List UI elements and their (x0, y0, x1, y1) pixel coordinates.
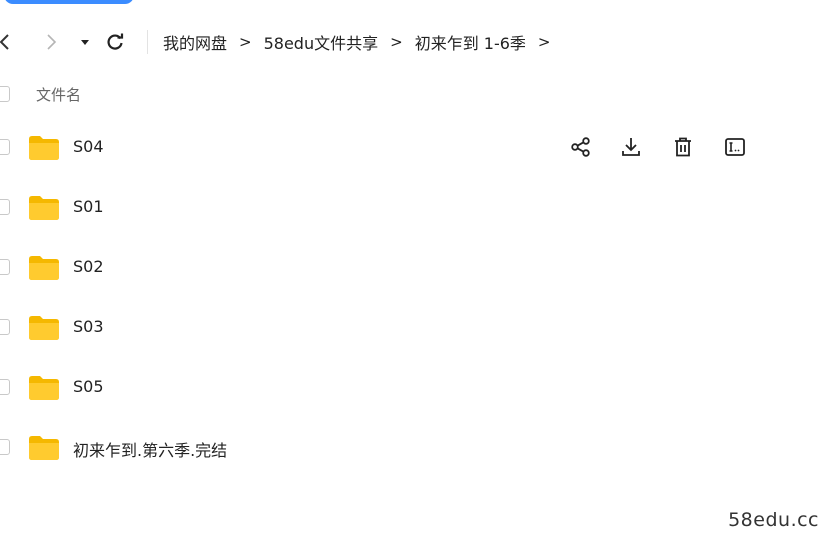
folder-name[interactable]: S03 (73, 317, 104, 336)
folder-icon (28, 375, 60, 401)
select-all-checkbox[interactable] (0, 86, 10, 102)
folder-name[interactable]: S05 (73, 377, 104, 396)
breadcrumb-item-share[interactable]: 58edu文件共享 (264, 30, 379, 54)
folder-name[interactable]: S02 (73, 257, 104, 276)
breadcrumb-item-current[interactable]: 初来乍到 1-6季 (415, 30, 526, 54)
table-row[interactable]: S04 (0, 125, 831, 169)
folder-icon (28, 135, 60, 161)
nav-divider (147, 30, 148, 54)
breadcrumb-separator: > (537, 33, 551, 51)
breadcrumb-separator: > (239, 33, 252, 51)
folder-name[interactable]: S01 (73, 197, 104, 216)
row-checkbox[interactable] (0, 139, 10, 155)
list-header: 文件名 (0, 80, 831, 108)
table-row[interactable]: 初来乍到.第六季.完结 (0, 425, 831, 469)
row-checkbox[interactable] (0, 199, 10, 215)
file-browser-page: 我的网盘 > 58edu文件共享 > 初来乍到 1-6季 > 文件名 S04 S… (0, 0, 831, 539)
folder-icon (28, 315, 60, 341)
row-checkbox[interactable] (0, 259, 10, 275)
breadcrumb-separator: > (390, 33, 403, 51)
breadcrumb: 我的网盘 > 58edu文件共享 > 初来乍到 1-6季 > (163, 26, 563, 58)
row-checkbox[interactable] (0, 439, 10, 455)
table-row[interactable]: S02 (0, 245, 831, 289)
folder-icon (28, 255, 60, 281)
chevron-left-icon[interactable] (0, 31, 16, 53)
table-row[interactable]: S03 (0, 305, 831, 349)
table-row[interactable]: S05 (0, 365, 831, 409)
row-checkbox[interactable] (0, 319, 10, 335)
share-icon[interactable] (569, 135, 593, 159)
delete-icon[interactable] (671, 135, 695, 159)
rename-icon[interactable] (723, 135, 747, 159)
table-row[interactable]: S01 (0, 185, 831, 229)
watermark: 58edu.cc (728, 509, 819, 531)
column-header-filename[interactable]: 文件名 (36, 84, 81, 105)
folder-icon (28, 435, 60, 461)
folder-name[interactable]: 初来乍到.第六季.完结 (73, 437, 227, 461)
top-action-button[interactable] (4, 0, 134, 4)
navigation-bar: 我的网盘 > 58edu文件共享 > 初来乍到 1-6季 > (0, 26, 831, 58)
refresh-icon[interactable] (104, 31, 126, 53)
breadcrumb-item-root[interactable]: 我的网盘 (163, 30, 227, 54)
row-checkbox[interactable] (0, 379, 10, 395)
folder-icon (28, 195, 60, 221)
folder-name[interactable]: S04 (73, 137, 104, 156)
caret-down-icon[interactable] (74, 31, 96, 53)
chevron-right-icon[interactable] (40, 31, 62, 53)
download-icon[interactable] (619, 135, 643, 159)
